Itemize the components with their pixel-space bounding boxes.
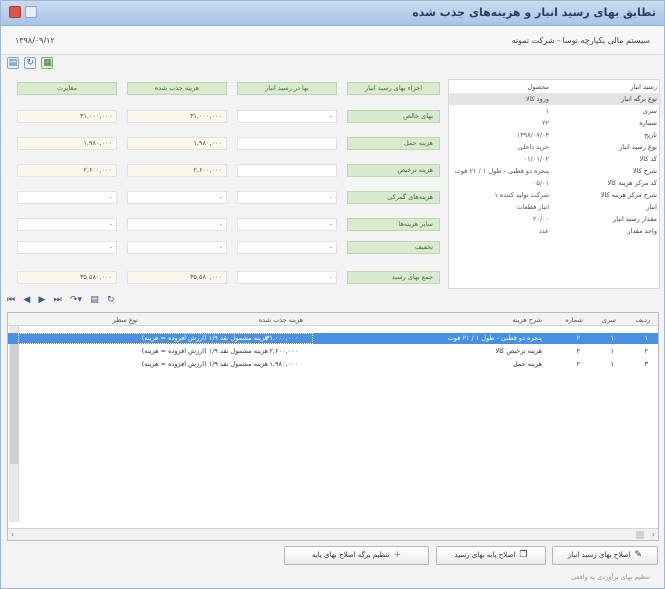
cost-comparison-panel: اجزاء بهای رسید انبار بها در رسید انبار … bbox=[15, 79, 443, 289]
info-row: رسید انبار محصول bbox=[527, 83, 657, 91]
row-label-net-price: بهای خالص bbox=[347, 110, 440, 123]
row-label-discount: تخفیف bbox=[347, 241, 440, 254]
col-sharh[interactable]: شرح هزینه bbox=[512, 316, 542, 324]
first-record-icon[interactable]: ⏮ bbox=[7, 295, 15, 305]
price-cell[interactable]: - bbox=[237, 241, 337, 254]
absorbed-cell: ۲,۶۰۰,۰۰۰ bbox=[127, 164, 227, 177]
col-header-price: بها در رسید انبار bbox=[237, 82, 337, 95]
window-title: تطابق بهای رسید انبار و هزینه‌های جذب شد… bbox=[412, 6, 656, 19]
info-row: نوع برگه انبار ورود کالا bbox=[449, 93, 661, 105]
receipt-info-panel: رسید انبار محصول نوع برگه انبار ورود کالا … bbox=[448, 79, 661, 289]
price-cell[interactable] bbox=[237, 164, 337, 177]
grid-header: ردیف سری شماره شرح هزینه هزینه جذب شده ن… bbox=[8, 313, 658, 326]
copy-icon: ❐ bbox=[519, 550, 528, 560]
next-record-icon[interactable]: ▶ bbox=[39, 295, 46, 305]
info-row: کد کالا ۰۱/۰۱/۰۲ bbox=[523, 155, 657, 163]
price-cell[interactable] bbox=[237, 137, 337, 150]
row-label-total: جمع بهای رسید bbox=[347, 271, 440, 284]
col-header-absorbed: هزینه جذب شده bbox=[127, 82, 227, 95]
col-shomare[interactable]: شماره bbox=[565, 316, 583, 324]
diff-cell: ۲,۶۰۰,۰۰۰ bbox=[17, 164, 117, 177]
close-window-button[interactable] bbox=[9, 6, 21, 18]
absorbed-cell: - bbox=[127, 218, 227, 231]
info-row: نوع رسید انبار خرید داخلی bbox=[517, 143, 657, 151]
diff-cell: - bbox=[17, 191, 117, 204]
scroll-right-icon[interactable]: › bbox=[652, 530, 655, 539]
company-name: سیستم مالی یکپارچه نوسا - شرکت نمونه bbox=[511, 36, 650, 45]
price-cell[interactable]: - bbox=[237, 218, 337, 231]
diff-cell: ۳۵,۵۸۰,۰۰۰ bbox=[17, 271, 117, 284]
row-label-other: سایر هزینه‌ها bbox=[347, 218, 440, 231]
absorbed-cost-grid: ردیف سری شماره شرح هزینه هزینه جذب شده ن… bbox=[7, 312, 659, 541]
diff-cell: ۳۱,۰۰۰,۰۰۰ bbox=[17, 110, 117, 123]
absorbed-cell: ۳۱,۰۰۰,۰۰۰ bbox=[127, 110, 227, 123]
diff-cell: - bbox=[17, 241, 117, 254]
edit-icon: ✎ bbox=[634, 550, 643, 560]
prev-record-icon[interactable]: ◀ bbox=[23, 295, 30, 305]
new-base-adjust-sheet-button[interactable]: +تنظیم برگه اصلاح بهای پایه bbox=[284, 546, 429, 565]
absorbed-cell: ۳۵,۵۸۰,۰۰۰ bbox=[127, 271, 227, 284]
col-jazb[interactable]: هزینه جذب شده bbox=[259, 316, 303, 324]
row-label-customs: هزینه‌های گمرکی bbox=[347, 191, 440, 204]
row-label-transport: هزینه حمل bbox=[347, 137, 440, 150]
diff-cell: - bbox=[17, 218, 117, 231]
info-row: واحد مقدار عدد bbox=[538, 227, 657, 235]
scroll-thumb[interactable] bbox=[636, 531, 644, 539]
row-label-clearance: هزینه ترخیص bbox=[347, 164, 440, 177]
diff-cell: ۱,۹۸۰,۰۰۰ bbox=[17, 137, 117, 150]
col-sanad[interactable]: نوع سطر bbox=[113, 316, 138, 324]
toolbar: ▤ ↻ ▦ bbox=[7, 57, 56, 73]
sub-header: ۱۳۹۸/۰۹/۱۲ سیستم مالی یکپارچه نوسا - شرک… bbox=[1, 27, 664, 55]
title-bar: تطابق بهای رسید انبار و هزینه‌های جذب شد… bbox=[1, 1, 664, 26]
excel-export-icon[interactable]: ▦ bbox=[41, 57, 54, 69]
print-preview-icon[interactable]: ▤ bbox=[7, 57, 19, 69]
col-seri[interactable]: سری bbox=[602, 316, 616, 324]
horizontal-scrollbar[interactable]: ‹ › bbox=[8, 528, 658, 540]
col-header-item: اجزاء بهای رسید انبار bbox=[347, 82, 440, 95]
col-radif[interactable]: ردیف bbox=[635, 316, 650, 324]
price-cell[interactable]: - bbox=[237, 110, 337, 123]
info-row: شرح مرکز هزینه کالا شرکت تولید کننده ۱ bbox=[494, 191, 657, 199]
info-row: انبار انبار قطعات bbox=[516, 203, 657, 211]
col-header-diff: مغایرت bbox=[17, 82, 117, 95]
refresh-grid-icon[interactable]: ↻ bbox=[107, 295, 115, 305]
price-cell[interactable]: - bbox=[237, 191, 337, 204]
fix-base-price-button[interactable]: ❐اصلاح پایه بهای رسید bbox=[436, 546, 546, 565]
info-row: شرح کالا پنجره دو قطبی - طول ۱ / ۲۱ فوت bbox=[454, 167, 657, 175]
info-row: سری ۱ bbox=[545, 107, 658, 115]
table-row[interactable]: ۲ ۱ ۲ هزینه ترخیص کالا ۲,۶۰۰,۰۰۰ هزینه م… bbox=[8, 346, 658, 357]
info-row: کد مرکز هزینه کالا ۰۵/۰۱ bbox=[532, 179, 657, 187]
main-window: تطابق بهای رسید انبار و هزینه‌های جذب شد… bbox=[0, 0, 665, 589]
add-icon: + bbox=[393, 550, 402, 560]
minimize-window-button[interactable] bbox=[25, 6, 37, 18]
status-note: تنظیم بهای برآوردی به واقعی bbox=[571, 573, 650, 581]
info-row: شماره ۲۲ bbox=[542, 119, 657, 127]
last-record-icon[interactable]: ⏭ bbox=[54, 295, 62, 305]
table-row[interactable]: ۱ ۱ ۲ پنجره دو قطبی - طول ۱ / ۲۱ فوت ۳۱,… bbox=[8, 333, 658, 344]
absorbed-cell: - bbox=[127, 191, 227, 204]
info-row: تاریخ ۱۳۹۸/۰۷/۰۴ bbox=[516, 131, 657, 139]
current-date: ۱۳۹۸/۰۹/۱۲ bbox=[15, 36, 55, 45]
fix-receipt-price-button[interactable]: ✎اصلاح بهای رسید انبار bbox=[552, 546, 658, 565]
info-row: مقدار رسید انبار ۲۰/۰۰ bbox=[532, 215, 657, 223]
price-cell[interactable]: - bbox=[237, 271, 337, 284]
record-navigator: ⏮ ◀ ▶ ⏭ ↷▾ ▤ ↻ bbox=[7, 295, 121, 309]
print-icon[interactable]: ▤ bbox=[90, 295, 99, 305]
absorbed-cell: - bbox=[127, 241, 227, 254]
scroll-left-icon[interactable]: ‹ bbox=[11, 530, 14, 539]
absorbed-cell: ۱,۹۸۰,۰۰۰ bbox=[127, 137, 227, 150]
refresh-icon[interactable]: ↻ bbox=[24, 57, 37, 69]
action-menu-icon[interactable]: ↷▾ bbox=[70, 295, 82, 305]
table-row[interactable]: ۳ ۱ ۲ هزینه حمل ۱,۹۸۰,۰۰۰ هزینه مشمول نق… bbox=[8, 359, 658, 370]
